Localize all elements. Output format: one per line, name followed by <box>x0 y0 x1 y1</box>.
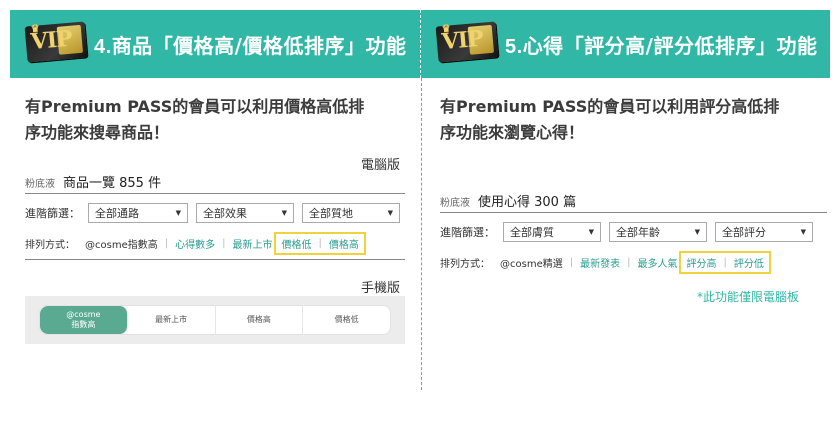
divider <box>440 212 827 213</box>
caret-down-icon: ▼ <box>281 209 287 217</box>
vip-badge-icon: ♛ VIP <box>435 21 499 63</box>
desktop-label: 電腦版 <box>361 158 401 173</box>
caret-down-icon: ▼ <box>175 209 181 217</box>
sort-row-right: 排列方式： @cosme精選 | 最新發表 | 最多人氣 評分高 | 評分低 <box>440 251 771 274</box>
sort-popular[interactable]: 最多人氣 <box>637 255 677 270</box>
sort-latest[interactable]: 最新發表 <box>580 255 620 270</box>
caret-down-icon: ▼ <box>800 228 806 236</box>
mobile-sort-bar: @cosme 指數高 最新上市 價格高 價格低 <box>25 296 405 344</box>
filter-row-right: 進階篩選： 全部膚質 ▼ 全部年齡 ▼ 全部評分 ▼ <box>440 222 821 242</box>
caret-down-icon: ▼ <box>387 209 393 217</box>
rating-sort-highlight: 評分高 | 評分低 <box>679 251 771 274</box>
sort-price-high[interactable]: 價格高 <box>329 236 359 251</box>
header-title-right: 5.心得「評分高/評分低排序」功能 <box>505 34 818 58</box>
effect-select[interactable]: 全部效果 ▼ <box>196 203 294 223</box>
age-select[interactable]: 全部年齡 ▼ <box>609 222 707 242</box>
header-banner: ♛ VIP 4.商品「價格高/價格低排序」功能 ♛ VIP 5.心得「評分高/評分低… <box>10 10 830 78</box>
sort-review-count[interactable]: 心得數多 <box>175 236 215 251</box>
price-sort-highlight: 價格低 | 價格高 <box>274 232 366 255</box>
mobile-label: 手機版 <box>361 281 401 296</box>
mobile-tab-newest[interactable]: 最新上市 <box>128 306 216 334</box>
sort-rating-high[interactable]: 評分高 <box>686 255 716 270</box>
filter-row-left: 進階篩選： 全部通路 ▼ 全部效果 ▼ 全部質地 ▼ <box>25 203 408 223</box>
vip-badge-icon: ♛ VIP <box>24 21 88 63</box>
center-divider <box>421 78 422 390</box>
mobile-sort-tabs: @cosme 指數高 最新上市 價格高 價格低 <box>39 305 391 335</box>
mobile-tab-cosme-index[interactable]: @cosme 指數高 <box>40 306 128 334</box>
intro-text-left: 有Premium PASS的會員可以利用價格高低排 序功能來搜尋商品！ <box>25 97 365 142</box>
mobile-tab-price-high[interactable]: 價格高 <box>216 306 304 334</box>
texture-select[interactable]: 全部質地 ▼ <box>302 203 400 223</box>
desktop-only-note: *此功能僅限電腦板 <box>697 290 800 304</box>
caret-down-icon: ▼ <box>588 228 594 236</box>
sort-cosme-pick[interactable]: @cosme精選 <box>500 255 563 270</box>
divider <box>25 193 405 194</box>
product-list-title: 粉底液 商品一覽 855 件 <box>25 176 162 191</box>
mobile-tab-price-low[interactable]: 價格低 <box>303 306 390 334</box>
sort-newest[interactable]: 最新上市 <box>232 236 272 251</box>
header-right: ♛ VIP 5.心得「評分高/評分低排序」功能 <box>420 10 830 78</box>
sort-price-low[interactable]: 價格低 <box>281 236 311 251</box>
skin-type-select[interactable]: 全部膚質 ▼ <box>503 222 601 242</box>
intro-text-right: 有Premium PASS的會員可以利用評分高低排 序功能來瀏覽心得！ <box>440 97 780 142</box>
sort-rating-low[interactable]: 評分低 <box>734 255 764 270</box>
review-list-title: 粉底液 使用心得 300 篇 <box>440 195 577 210</box>
channel-select[interactable]: 全部通路 ▼ <box>88 203 188 223</box>
caret-down-icon: ▼ <box>694 228 700 236</box>
header-left: ♛ VIP 4.商品「價格高/價格低排序」功能 <box>10 10 420 78</box>
divider <box>25 259 405 260</box>
rating-select[interactable]: 全部評分 ▼ <box>715 222 813 242</box>
sort-cosme-index[interactable]: @cosme指數高 <box>85 236 158 251</box>
header-title-left: 4.商品「價格高/價格低排序」功能 <box>94 34 407 58</box>
sort-row-left: 排列方式： @cosme指數高 | 心得數多 | 最新上市 價格低 | 價格高 <box>25 232 366 255</box>
